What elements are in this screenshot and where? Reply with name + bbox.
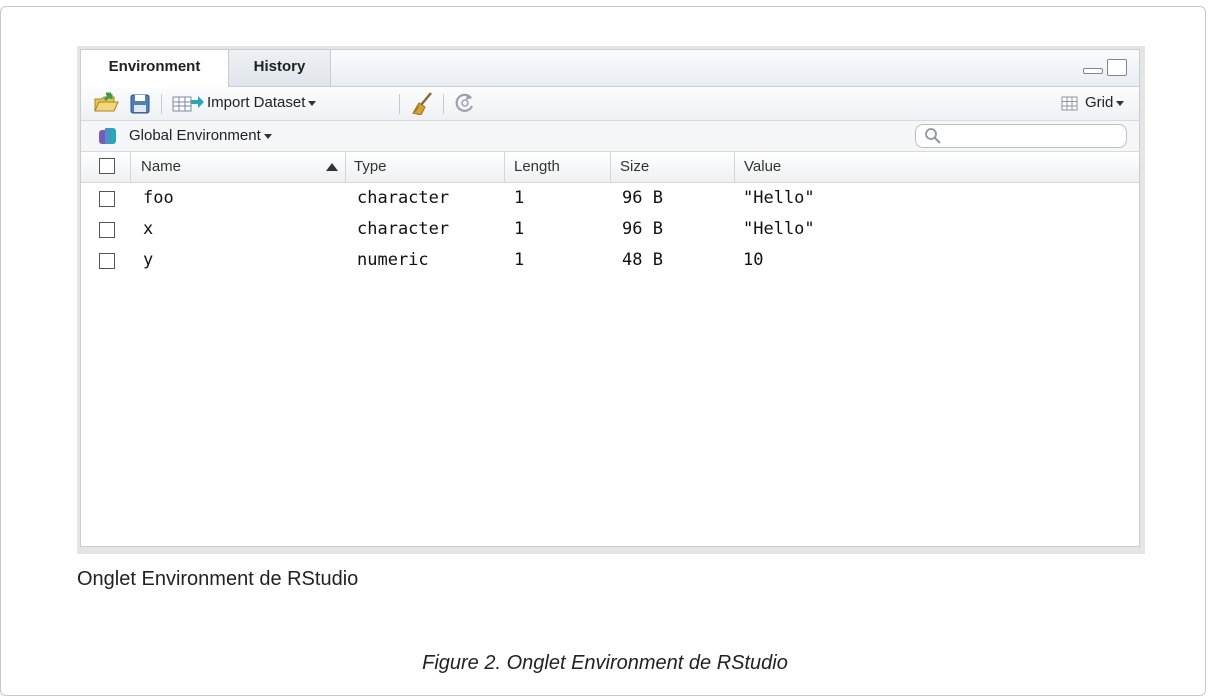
clear-workspace-icon (412, 92, 432, 116)
environment-pane: Environment History Import Dataset Grid … (80, 49, 1140, 547)
cell-type: numeric (357, 250, 429, 270)
environment-selector[interactable]: Global Environment (129, 127, 272, 144)
import-dataset-icon (172, 96, 204, 112)
search-input[interactable] (915, 124, 1127, 148)
column-header-size[interactable]: Size (620, 158, 649, 175)
environment-bar: Global Environment (81, 121, 1139, 152)
window-buttons (1083, 59, 1129, 77)
open-workspace-button[interactable] (93, 91, 119, 115)
environment-icon (99, 128, 116, 144)
toolbar: Import Dataset Grid (81, 87, 1139, 121)
chevron-down-icon (263, 133, 272, 139)
tab-bar: Environment History (81, 50, 1139, 87)
cell-size: 48 B (622, 250, 663, 270)
chevron-down-icon (1116, 100, 1125, 106)
column-header-type[interactable]: Type (354, 158, 387, 175)
cell-length: 1 (514, 188, 525, 208)
tab-environment[interactable]: Environment (81, 50, 229, 87)
column-divider (610, 152, 611, 182)
cell-length: 1 (514, 250, 525, 270)
open-workspace-icon (94, 92, 119, 112)
column-header-name[interactable]: Name (141, 158, 181, 175)
chevron-down-icon (308, 100, 317, 106)
sort-ascending-icon (326, 163, 338, 171)
cell-length: 1 (514, 219, 525, 239)
cell-name: y (143, 250, 154, 270)
clear-workspace-button[interactable] (409, 91, 435, 116)
import-dataset-label: Import Dataset (207, 94, 317, 111)
column-header-length[interactable]: Length (514, 158, 560, 175)
save-workspace-button[interactable] (129, 91, 151, 115)
cell-name: x (143, 219, 154, 239)
cell-type: character (357, 219, 450, 239)
cell-value: 10 (743, 250, 764, 270)
cell-size: 96 B (622, 188, 663, 208)
table-header: Name Type Length Size Value (81, 152, 1139, 183)
toolbar-separator (399, 94, 400, 114)
toolbar-separator (161, 94, 162, 114)
rstudio-screenshot: Environment History Import Dataset Grid … (77, 46, 1145, 554)
tab-history[interactable]: History (229, 50, 331, 86)
table-row[interactable]: foo character 1 96 B "Hello" (81, 184, 1139, 215)
save-workspace-icon (130, 94, 150, 114)
cell-size: 96 B (622, 219, 663, 239)
row-checkbox[interactable] (99, 253, 115, 269)
grid-view-button[interactable]: Grid (1061, 91, 1135, 115)
refresh-icon (455, 93, 474, 112)
grid-view-label: Grid (1085, 94, 1125, 111)
cell-value: "Hello" (743, 188, 815, 208)
toolbar-separator (443, 94, 444, 114)
column-header-value[interactable]: Value (744, 158, 781, 175)
maximize-icon[interactable] (1107, 59, 1127, 76)
row-checkbox[interactable] (99, 191, 115, 207)
import-dataset-button[interactable]: Import Dataset (171, 91, 331, 115)
image-label: Onglet Environment de RStudio (77, 568, 359, 590)
refresh-button[interactable] (453, 91, 477, 115)
column-divider (734, 152, 735, 182)
column-divider (345, 152, 346, 182)
column-divider (504, 152, 505, 182)
select-all-checkbox[interactable] (99, 158, 115, 174)
row-checkbox[interactable] (99, 222, 115, 238)
table-row[interactable]: y numeric 1 48 B 10 (81, 246, 1139, 277)
cell-type: character (357, 188, 450, 208)
cell-value: "Hello" (743, 219, 815, 239)
cell-name: foo (143, 188, 174, 208)
grid-view-icon (1061, 96, 1078, 111)
search-icon (925, 128, 941, 144)
table-row[interactable]: x character 1 96 B "Hello" (81, 215, 1139, 246)
column-divider (130, 152, 131, 182)
figure-caption: Figure 2. Onglet Environment de RStudio (422, 652, 788, 674)
minimize-icon[interactable] (1083, 68, 1103, 74)
